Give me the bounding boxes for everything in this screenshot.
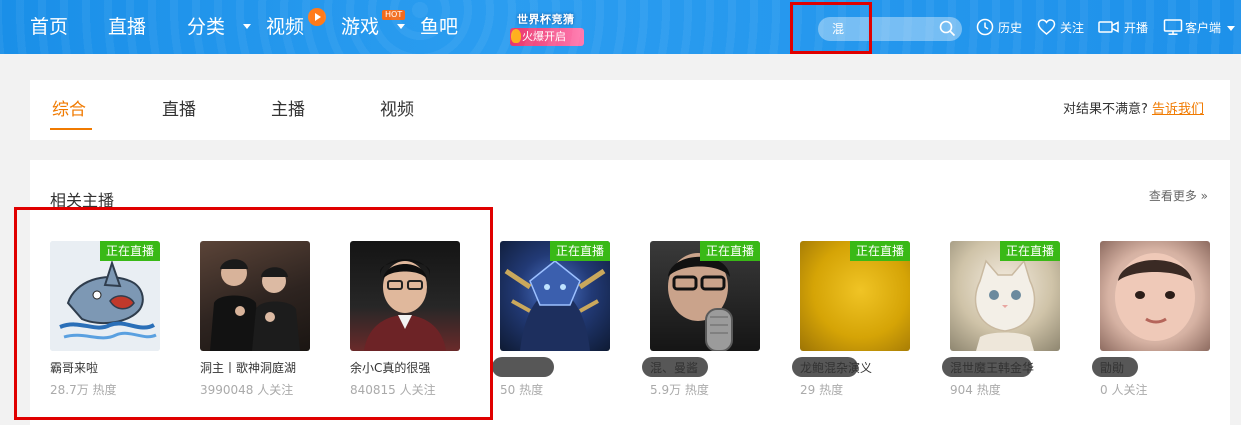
streamer-name[interactable]: 龙鲍混杂演义 <box>800 359 872 376</box>
search-highlight-box <box>790 2 872 54</box>
streamer-avatar[interactable] <box>1100 241 1210 351</box>
live-badge: 正在直播 <box>699 241 760 261</box>
streamer-avatar[interactable]: 正在直播 <box>950 241 1060 351</box>
nav-category[interactable]: 分类 <box>187 14 225 40</box>
chevron-down-icon <box>1227 26 1235 31</box>
tab-all[interactable]: 综合 <box>52 98 86 122</box>
play-badge-icon <box>308 8 326 26</box>
camera-icon <box>1098 21 1119 33</box>
redacted-name-overlay <box>492 357 554 377</box>
nav-fishbar[interactable]: 鱼吧 <box>420 14 458 40</box>
chevron-down-icon[interactable] <box>397 24 405 29</box>
streamer-name[interactable]: 勖勛 <box>1100 359 1124 376</box>
streamer-stat: 50 热度 <box>500 383 544 397</box>
promo-subtitle: 火爆开启 <box>510 28 584 46</box>
nav-games[interactable]: 游戏 <box>341 14 379 40</box>
feedback-link[interactable]: 告诉我们 <box>1152 102 1204 117</box>
streamer-stat: 29 热度 <box>800 383 844 397</box>
streamer-cards-highlight-box <box>14 207 493 420</box>
streamer-name[interactable]: 混世魔王韩金华 <box>950 359 1034 376</box>
clock-icon <box>976 18 994 36</box>
promo-title: 世界杯竞猜 <box>517 13 575 26</box>
streamer-stat: 904 热度 <box>950 383 1001 397</box>
hot-badge: HOT <box>382 10 406 20</box>
nav-home[interactable]: 首页 <box>30 14 68 40</box>
tab-video[interactable]: 视频 <box>380 98 414 122</box>
baby-photo <box>1115 253 1195 341</box>
search-result-tabs: 综合 直播 主播 视频 对结果不满意? 告诉我们 <box>30 80 1230 140</box>
client-download-button[interactable]: 客户端 <box>1163 17 1237 39</box>
history-label: 历史 <box>998 21 1023 35</box>
see-more-label: 查看更多 <box>1148 189 1197 203</box>
tab-live[interactable]: 直播 <box>162 98 196 122</box>
tab-streamer[interactable]: 主播 <box>271 98 305 122</box>
follow-label: 关注 <box>1060 21 1085 35</box>
nav-live[interactable]: 直播 <box>108 14 146 40</box>
streamer-avatar[interactable]: 正在直播 <box>650 241 760 351</box>
follow-button[interactable]: 关注 <box>1037 17 1087 39</box>
see-more-link[interactable]: 查看更多 » <box>1149 187 1208 204</box>
history-button[interactable]: 历史 <box>976 17 1026 39</box>
feedback-question: 对结果不满意? <box>1062 102 1148 117</box>
streamer-avatar[interactable]: 正在直播 <box>500 241 610 351</box>
streamer-name[interactable]: 混、曼酱 <box>650 359 698 376</box>
monitor-icon <box>1163 19 1183 35</box>
worldcup-promo-banner[interactable]: 世界杯竞猜 火爆开启 <box>510 9 590 47</box>
heart-icon <box>1037 19 1056 35</box>
nav-video[interactable]: 视频 <box>266 14 304 40</box>
top-navigation-bar: 首页 直播 分类 视频 游戏 HOT 鱼吧 世界杯竞猜 火爆开启 混 历史 关注 <box>0 0 1241 54</box>
streamer-stat: 5.9万 热度 <box>650 383 709 397</box>
chevron-down-icon[interactable] <box>243 24 251 29</box>
live-badge: 正在直播 <box>549 241 610 261</box>
feedback-prompt: 对结果不满意? 告诉我们 <box>1063 101 1204 119</box>
client-label: 客户端 <box>1185 21 1222 35</box>
flame-icon <box>511 29 521 43</box>
active-tab-indicator <box>50 128 92 130</box>
streamer-avatar[interactable]: 正在直播 <box>800 241 910 351</box>
live-badge: 正在直播 <box>849 241 910 261</box>
start-stream-label: 开播 <box>1124 21 1149 35</box>
streamer-stat: 0 人关注 <box>1100 383 1148 397</box>
double-chevron-right-icon: » <box>1200 189 1208 203</box>
search-icon[interactable] <box>939 20 956 37</box>
start-stream-button[interactable]: 开播 <box>1098 17 1153 39</box>
live-badge: 正在直播 <box>999 241 1060 261</box>
